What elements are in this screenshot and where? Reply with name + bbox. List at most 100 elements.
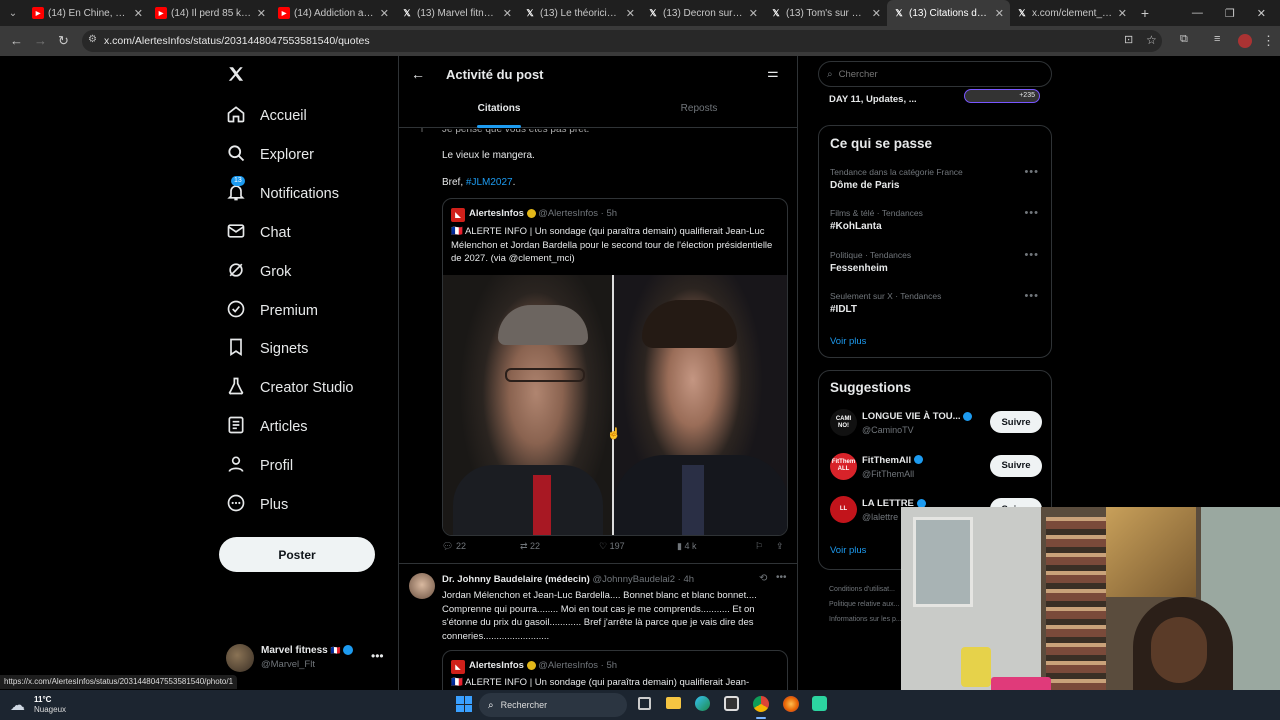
x-logo-icon[interactable]: [227, 65, 245, 88]
sidebar-item-accueil[interactable]: Accueil: [226, 104, 307, 128]
see-more-link[interactable]: Voir plus: [830, 545, 866, 556]
star-icon[interactable]: ☆: [1146, 33, 1157, 47]
forward-icon[interactable]: →: [34, 33, 47, 48]
menu-icon[interactable]: ⋮: [1262, 33, 1275, 49]
browser-tab[interactable]: ▶ (14) En Chine, ces ent ✕: [26, 0, 149, 26]
tab-close-icon[interactable]: ✕: [1118, 7, 1127, 20]
footer-link[interactable]: Politique relative aux...: [829, 597, 902, 612]
footer-link[interactable]: Informations sur les p...: [829, 612, 902, 627]
tab-close-icon[interactable]: ✕: [749, 7, 758, 20]
sidebar-item-plus[interactable]: Plus: [226, 493, 288, 517]
top-live-item[interactable]: DAY 11, Updates, ... +235: [818, 86, 1052, 112]
search-input[interactable]: [838, 68, 1019, 80]
grok-icon[interactable]: ⟲: [759, 573, 767, 584]
xbox-app-icon[interactable]: [812, 696, 827, 711]
sidebar-item-signets[interactable]: Signets: [226, 337, 308, 361]
chrome-icon[interactable]: [753, 696, 769, 712]
tab-list-button[interactable]: ⌄: [0, 8, 26, 19]
browser-tab[interactable]: 𝕏 (13) Tom's sur X : "Le ✕: [764, 0, 887, 26]
quoted-post-card[interactable]: ◣ AlertesInfos @AlertesInfos · 5h 🇫🇷 ALE…: [442, 198, 788, 536]
more-icon[interactable]: •••: [371, 649, 384, 663]
install-icon[interactable]: ⊡: [1124, 33, 1133, 46]
weather-widget[interactable]: ☁ 11°C Nuageux: [10, 694, 80, 716]
suggestion-item[interactable]: CAMI NO! LONGUE VIE À TOU... @CaminoTV Sui…: [819, 407, 1051, 447]
windows-start-icon[interactable]: [456, 696, 472, 712]
settings-sliders-icon[interactable]: ⚌: [767, 65, 779, 81]
tab-citations[interactable]: Citations: [399, 96, 599, 128]
task-view-icon[interactable]: [638, 697, 651, 710]
tab-close-icon[interactable]: ✕: [380, 7, 389, 20]
new-tab-button[interactable]: +: [1133, 5, 1157, 21]
sidebar-item-articles[interactable]: Articles: [226, 415, 308, 439]
more-icon[interactable]: •••: [1024, 290, 1039, 302]
tab-close-icon[interactable]: ✕: [872, 7, 881, 20]
search-box[interactable]: ⌕: [818, 61, 1052, 87]
browser-tab[interactable]: ▶ (14) Addiction au spo ✕: [272, 0, 395, 26]
tab-close-icon[interactable]: ✕: [995, 7, 1004, 20]
see-more-link[interactable]: Voir plus: [830, 336, 866, 347]
maximize-icon[interactable]: ❐: [1225, 7, 1235, 20]
firefox-icon[interactable]: [783, 696, 799, 712]
share-icon[interactable]: ⇪: [776, 541, 784, 552]
post-button[interactable]: Poster: [219, 537, 375, 572]
reply-button[interactable]: 💬︎ 22: [442, 541, 466, 552]
url-field[interactable]: ⚙ x.com/AlertesInfos/status/203144804755…: [82, 30, 1162, 52]
repost-button[interactable]: ⇄ 22: [520, 541, 540, 552]
sidebar-item-premium[interactable]: Premium: [226, 299, 318, 323]
account-switcher[interactable]: Marvel fitness 🇫🇷 @Marvel_Flt •••: [226, 644, 386, 674]
browser-tab[interactable]: 𝕏 (13) Marvel fitness re ✕: [395, 0, 518, 26]
follow-button[interactable]: Suivre: [990, 454, 1042, 477]
post-1[interactable]: Je pense que vous êtes pas prêt. Le vieu…: [399, 128, 797, 564]
post-2[interactable]: Dr. Johnny Baudelaire (médecin) @JohnnyB…: [399, 564, 797, 690]
media-icon[interactable]: ≡: [1214, 33, 1220, 45]
suggestion-item[interactable]: FitThem ALL FitThemAll @FitThemAll Suivre: [819, 451, 1051, 491]
more-icon[interactable]: •••: [1024, 166, 1039, 178]
store-icon[interactable]: [724, 696, 739, 711]
minimize-icon[interactable]: —: [1192, 7, 1203, 19]
close-window-icon[interactable]: ✕: [1257, 7, 1266, 20]
quoted-handle: @AlertesInfos: [538, 660, 598, 671]
bookmark-icon[interactable]: ⚐: [755, 541, 763, 552]
quoted-photo[interactable]: ☝: [443, 275, 787, 535]
tab-close-icon[interactable]: ✕: [257, 7, 266, 20]
trend-item[interactable]: Tendance dans la catégorie France Dôme de…: [819, 166, 1051, 206]
taskbar-search[interactable]: ⌕ Rechercher: [479, 693, 627, 717]
sidebar-item-notifications[interactable]: 13 Notifications: [226, 175, 339, 206]
more-icon[interactable]: •••: [776, 572, 787, 583]
tab-close-icon[interactable]: ✕: [134, 7, 143, 20]
reload-icon[interactable]: ↻: [58, 33, 69, 49]
site-info-icon[interactable]: ⚙: [88, 34, 97, 45]
extensions-icon[interactable]: ⧉: [1180, 33, 1188, 46]
trend-item[interactable]: Seulement sur X · Tendances #IDLT •••: [819, 290, 1051, 330]
quoted-post-card[interactable]: ◣ AlertesInfos @AlertesInfos · 5h 🇫🇷 ALE…: [442, 650, 788, 690]
browser-tab[interactable]: 𝕏 (13) Decron sur X : " ✕: [641, 0, 764, 26]
browser-tab[interactable]: ▶ (14) Il perd 85 kg en ✕: [149, 0, 272, 26]
back-arrow-icon[interactable]: ←: [411, 66, 425, 82]
hashtag-link[interactable]: #JLM2027: [466, 177, 513, 188]
edge-icon[interactable]: [695, 696, 710, 711]
file-explorer-icon[interactable]: [666, 697, 681, 709]
sidebar-item-chat[interactable]: Chat: [226, 221, 291, 245]
trend-item[interactable]: Films & télé · Tendances #KohLanta •••: [819, 207, 1051, 247]
tab-reposts[interactable]: Reposts: [599, 96, 797, 128]
profile-avatar[interactable]: [1238, 34, 1252, 48]
views-button[interactable]: ▮ 4 k: [677, 541, 696, 552]
like-button[interactable]: ♡ 197: [599, 541, 625, 552]
sidebar-item-profil[interactable]: Profil: [226, 454, 293, 478]
browser-tab[interactable]: 𝕏 (13) Citations de ce p ✕: [887, 0, 1010, 26]
tab-close-icon[interactable]: ✕: [503, 7, 512, 20]
back-icon[interactable]: ←: [10, 33, 23, 48]
sidebar-item-explorer[interactable]: Explorer: [226, 143, 314, 167]
browser-tab[interactable]: 𝕏x.com/clement_mci ✕: [1010, 0, 1133, 26]
tab-close-icon[interactable]: ✕: [626, 7, 635, 20]
sidebar-item-creator-studio[interactable]: Creator Studio: [226, 376, 354, 400]
more-icon[interactable]: •••: [1024, 249, 1039, 261]
url-text: x.com/AlertesInfos/status/20314480475535…: [104, 35, 370, 47]
trend-item[interactable]: Politique · Tendances Fessenheim •••: [819, 249, 1051, 289]
follow-button[interactable]: Suivre: [990, 411, 1042, 433]
browser-tab[interactable]: 𝕏 (13) Le théoricien sur ✕: [518, 0, 641, 26]
post-text-suffix: .: [512, 177, 516, 188]
more-icon[interactable]: •••: [1024, 207, 1039, 219]
footer-link[interactable]: Conditions d'utilisat...: [829, 582, 902, 597]
sidebar-item-grok[interactable]: Grok: [226, 260, 291, 284]
